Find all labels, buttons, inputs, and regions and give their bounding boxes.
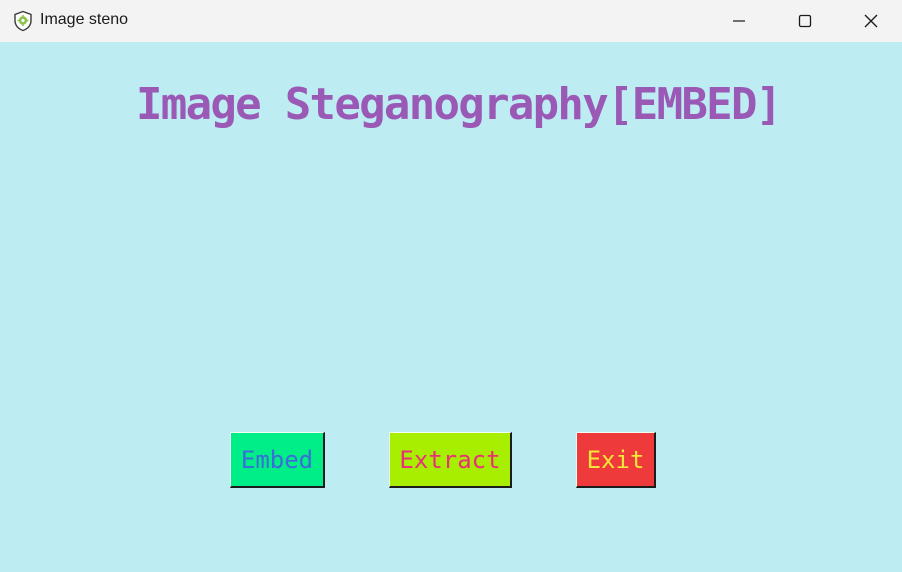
extract-button[interactable]: Extract [389, 432, 512, 488]
page-title: Image Steganography[EMBED] [136, 79, 782, 130]
maximize-button[interactable] [772, 0, 838, 42]
minimize-button[interactable] [706, 0, 772, 42]
app-window: Image steno Image Steganography[EMBED] E… [0, 0, 902, 572]
close-icon [863, 13, 879, 29]
title-bar[interactable]: Image steno [0, 0, 902, 42]
maximize-icon [797, 13, 813, 29]
exit-button[interactable]: Exit [576, 432, 656, 488]
close-button[interactable] [838, 0, 902, 42]
shield-gear-icon [12, 10, 34, 32]
embed-button[interactable]: Embed [230, 432, 325, 488]
window-title: Image steno [40, 11, 129, 28]
minimize-icon [731, 13, 747, 29]
main-panel: Image Steganography[EMBED] Embed Extract… [0, 42, 902, 572]
